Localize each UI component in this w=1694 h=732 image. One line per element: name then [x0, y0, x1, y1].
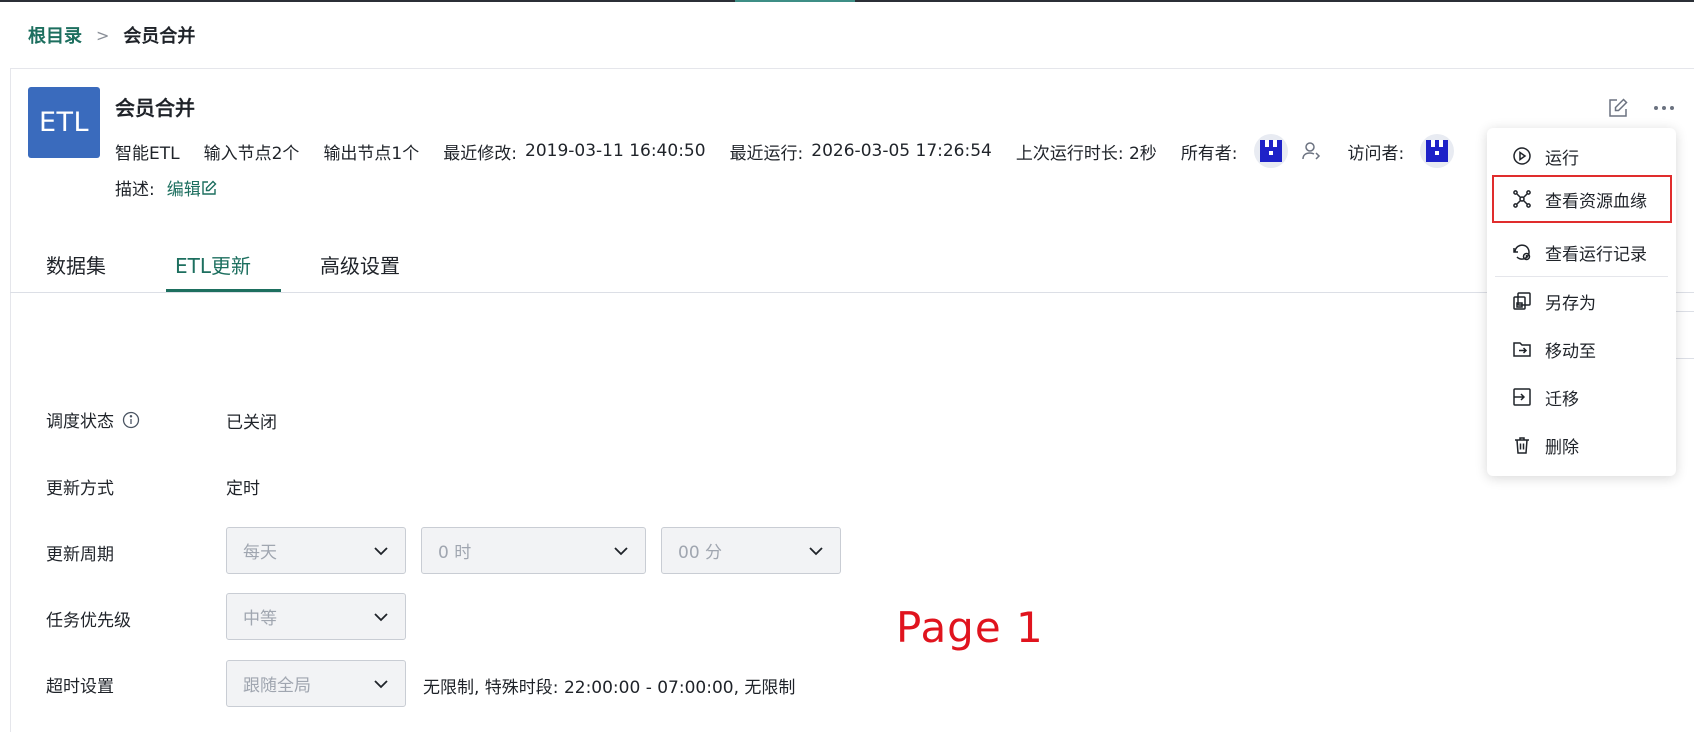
migrate-icon — [1511, 386, 1533, 408]
tab-bar: 数据集 ETL更新 高级设置 — [10, 244, 1694, 293]
chevron-down-icon — [374, 613, 388, 622]
breadcrumb-separator: > — [96, 25, 110, 45]
menu-item-run-history-label: 查看运行记录 — [1545, 244, 1647, 265]
tab-advanced-settings[interactable]: 高级设置 — [320, 250, 400, 279]
meta-modified: 最近修改: 2019-03-11 16:40:50 — [443, 139, 705, 164]
more-icon[interactable] — [1651, 96, 1677, 120]
page-watermark: Page 1 — [896, 603, 1044, 652]
info-icon[interactable] — [122, 411, 140, 429]
meta-visitor-label: 访问者: — [1347, 143, 1405, 164]
menu-item-run[interactable]: 运行 — [1487, 132, 1676, 180]
meta-owner-label: 所有者: — [1180, 143, 1238, 164]
meta-last-run-label: 最近运行: — [729, 143, 804, 164]
menu-item-move[interactable]: 移动至 — [1487, 325, 1676, 373]
timeout-select[interactable]: 跟随全局 — [226, 660, 406, 707]
move-folder-icon — [1511, 338, 1533, 360]
meta-last-run-value: 2026-03-05 17:26:54 — [811, 141, 992, 161]
more-actions-menu: 运行 查看资源血缘 查看运行记录 另存为 移动至 迁移 删除 — [1487, 128, 1676, 476]
meta-last-run: 最近运行: 2026-03-05 17:26:54 — [730, 139, 992, 164]
timeout-description: 无限制, 特殊时段: 22:00:00 - 07:00:00, 无限制 — [423, 678, 796, 698]
cycle-minute-value: 00 分 — [678, 543, 723, 563]
description-label: 描述: — [115, 180, 155, 200]
etl-logo: ETL — [28, 87, 100, 158]
description-row: 描述: 编辑 — [115, 175, 217, 200]
window-top-accent — [735, 0, 855, 2]
chevron-down-icon — [809, 547, 823, 556]
visitor-avatar[interactable] — [1420, 134, 1455, 168]
cycle-hour-select[interactable]: 0 时 — [421, 527, 646, 574]
play-circle-icon — [1511, 145, 1533, 167]
schedule-status-label: 调度状态 — [46, 407, 140, 432]
menu-item-run-label: 运行 — [1545, 148, 1579, 169]
person-arrow-icon[interactable] — [1300, 139, 1324, 163]
priority-value: 中等 — [243, 609, 277, 629]
meta-output-nodes: 输出节点1个 — [323, 143, 420, 164]
timeout-value: 跟随全局 — [243, 676, 311, 696]
edit-icon — [202, 180, 217, 195]
update-mode-label: 更新方式 — [46, 479, 114, 499]
schedule-status-label-text: 调度状态 — [46, 412, 114, 432]
cycle-day-select[interactable]: 每天 — [226, 527, 406, 574]
meta-row: 智能ETL 输入节点2个 输出节点1个 最近修改: 2019-03-11 16:… — [115, 134, 1478, 168]
timeout-label: 超时设置 — [46, 677, 114, 697]
priority-label: 任务优先级 — [46, 611, 131, 631]
meta-type: 智能ETL — [115, 143, 180, 164]
menu-item-move-label: 移动至 — [1545, 341, 1596, 362]
update-cycle-label: 更新周期 — [46, 545, 114, 565]
menu-item-lineage-label: 查看资源血缘 — [1545, 191, 1647, 212]
menu-item-run-history[interactable]: 查看运行记录 — [1487, 228, 1676, 276]
owner-avatar[interactable] — [1253, 134, 1288, 168]
tab-active-underline — [166, 289, 281, 292]
chevron-down-icon — [614, 547, 628, 556]
menu-item-migrate-label: 迁移 — [1545, 389, 1579, 410]
trash-icon — [1511, 434, 1533, 456]
meta-visitor: 访问者: — [1348, 134, 1455, 168]
lineage-graph-icon — [1511, 188, 1533, 210]
menu-item-delete-label: 删除 — [1545, 437, 1579, 458]
meta-duration: 上次运行时长: 2秒 — [1015, 143, 1157, 164]
meta-owner: 所有者: — [1181, 134, 1324, 168]
update-mode-value: 定时 — [226, 479, 260, 499]
breadcrumb-current: 会员合并 — [123, 26, 196, 47]
cycle-day-value: 每天 — [243, 543, 277, 563]
save-as-icon — [1511, 290, 1533, 312]
meta-modified-value: 2019-03-11 16:40:50 — [525, 141, 706, 161]
chevron-down-icon — [374, 547, 388, 556]
menu-item-save-as[interactable]: 另存为 — [1487, 277, 1676, 325]
menu-item-save-as-label: 另存为 — [1545, 293, 1596, 314]
tab-etl-update[interactable]: ETL更新 — [175, 250, 251, 279]
page-title: 会员合并 — [115, 96, 195, 120]
priority-select[interactable]: 中等 — [226, 593, 406, 640]
run-history-icon — [1511, 241, 1533, 263]
meta-modified-label: 最近修改: — [443, 143, 517, 164]
chevron-down-icon — [374, 680, 388, 689]
edit-icon[interactable] — [1606, 96, 1630, 120]
breadcrumb: 根目录 > 会员合并 — [28, 22, 195, 48]
menu-item-lineage[interactable]: 查看资源血缘 — [1492, 175, 1672, 223]
cycle-hour-value: 0 时 — [438, 543, 472, 563]
menu-item-delete[interactable]: 删除 — [1487, 421, 1676, 469]
tab-dataset[interactable]: 数据集 — [46, 250, 106, 279]
breadcrumb-root-link[interactable]: 根目录 — [28, 22, 82, 48]
description-edit-label: 编辑 — [166, 180, 201, 200]
menu-item-migrate[interactable]: 迁移 — [1487, 373, 1676, 421]
schedule-status-value: 已关闭 — [226, 413, 277, 433]
meta-input-nodes: 输入节点2个 — [203, 143, 300, 164]
cycle-minute-select[interactable]: 00 分 — [661, 527, 841, 574]
description-edit-link[interactable]: 编辑 — [167, 175, 217, 200]
